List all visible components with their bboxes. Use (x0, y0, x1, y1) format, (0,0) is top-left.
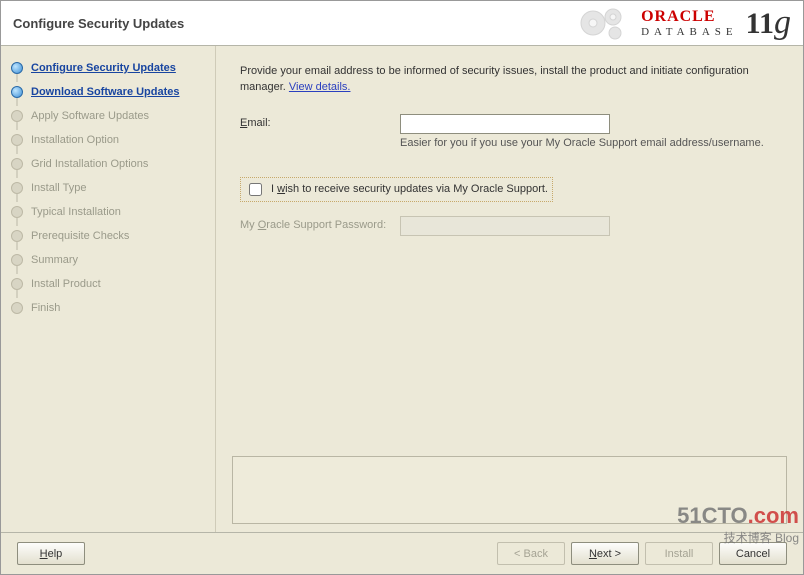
back-button: < Back (497, 542, 565, 565)
step-label: Install Product (31, 278, 101, 290)
help-button[interactable]: Help (17, 542, 85, 565)
step-configure-security-updates[interactable]: Configure Security Updates (1, 56, 215, 80)
step-finish: Finish (1, 296, 215, 320)
view-details-link[interactable]: View details. (289, 81, 351, 93)
install-button: Install (645, 542, 713, 565)
email-label-rest: mail: (247, 117, 270, 129)
step-dot-icon (11, 86, 23, 98)
help-text: elp (48, 548, 63, 560)
pw-mnemonic: O (258, 219, 267, 231)
step-dot-icon (11, 302, 23, 314)
password-label: My Oracle Support Password: (240, 216, 400, 231)
step-download-software-updates[interactable]: Download Software Updates (1, 80, 215, 104)
receive-updates-checkbox[interactable] (249, 183, 262, 196)
step-dot-icon (11, 278, 23, 290)
step-prerequisite-checks: Prerequisite Checks (1, 224, 215, 248)
message-box (232, 456, 787, 524)
step-label: Finish (31, 302, 60, 314)
step-label: Typical Installation (31, 206, 121, 218)
step-install-product: Install Product (1, 272, 215, 296)
step-label: Installation Option (31, 134, 119, 146)
step-label: Summary (31, 254, 78, 266)
step-dot-icon (11, 134, 23, 146)
step-dot-icon (11, 158, 23, 170)
wizard-sidebar: Configure Security Updates Download Soft… (1, 46, 216, 532)
instruction-text: Provide your email address to be informe… (240, 64, 783, 96)
brand-area: ORACLE DATABASE 11g (573, 3, 791, 43)
step-label: Install Type (31, 182, 86, 194)
password-field (400, 216, 610, 236)
email-field[interactable] (400, 114, 610, 134)
step-dot-icon (11, 62, 23, 74)
step-label: Apply Software Updates (31, 110, 149, 122)
step-label: Download Software Updates (31, 86, 180, 98)
step-dot-icon (11, 110, 23, 122)
main-panel: Provide your email address to be informe… (216, 46, 803, 532)
step-label: Grid Installation Options (31, 158, 148, 170)
step-label: Prerequisite Checks (31, 230, 129, 242)
page-title: Configure Security Updates (13, 16, 184, 31)
receive-updates-row[interactable]: I wish to receive security updates via M… (240, 177, 553, 202)
step-dot-icon (11, 254, 23, 266)
cb-rest: ish to receive security updates via My O… (285, 183, 548, 195)
pw-rest: racle Support Password: (266, 219, 386, 231)
step-dot-icon (11, 182, 23, 194)
brand-version-suffix: g (774, 4, 791, 41)
step-grid-installation-options: Grid Installation Options (1, 152, 215, 176)
header: Configure Security Updates ORACLE DATABA… (1, 1, 803, 46)
brand-version: 11g (746, 4, 791, 42)
brand-oracle-label: ORACLE (641, 9, 738, 25)
brand-version-num: 11 (746, 7, 774, 40)
pw-pre: My (240, 219, 258, 231)
step-summary: Summary (1, 248, 215, 272)
receive-updates-label: I wish to receive security updates via M… (271, 183, 548, 195)
step-apply-software-updates: Apply Software Updates (1, 104, 215, 128)
next-button[interactable]: Next > (571, 542, 639, 565)
brand-database-label: DATABASE (641, 27, 738, 38)
email-hint: Easier for you if you use your My Oracle… (400, 136, 764, 151)
step-dot-icon (11, 230, 23, 242)
gears-icon (573, 3, 633, 43)
step-label: Configure Security Updates (31, 62, 176, 74)
step-installation-option: Installation Option (1, 128, 215, 152)
brand-text: ORACLE DATABASE (641, 9, 738, 38)
step-install-type: Install Type (1, 176, 215, 200)
step-dot-icon (11, 206, 23, 218)
footer: Help < Back Next > Install Cancel (1, 532, 803, 574)
cancel-button[interactable]: Cancel (719, 542, 787, 565)
step-typical-installation: Typical Installation (1, 200, 215, 224)
cb-mnemonic: w (277, 183, 285, 195)
email-label: Email: (240, 114, 400, 129)
